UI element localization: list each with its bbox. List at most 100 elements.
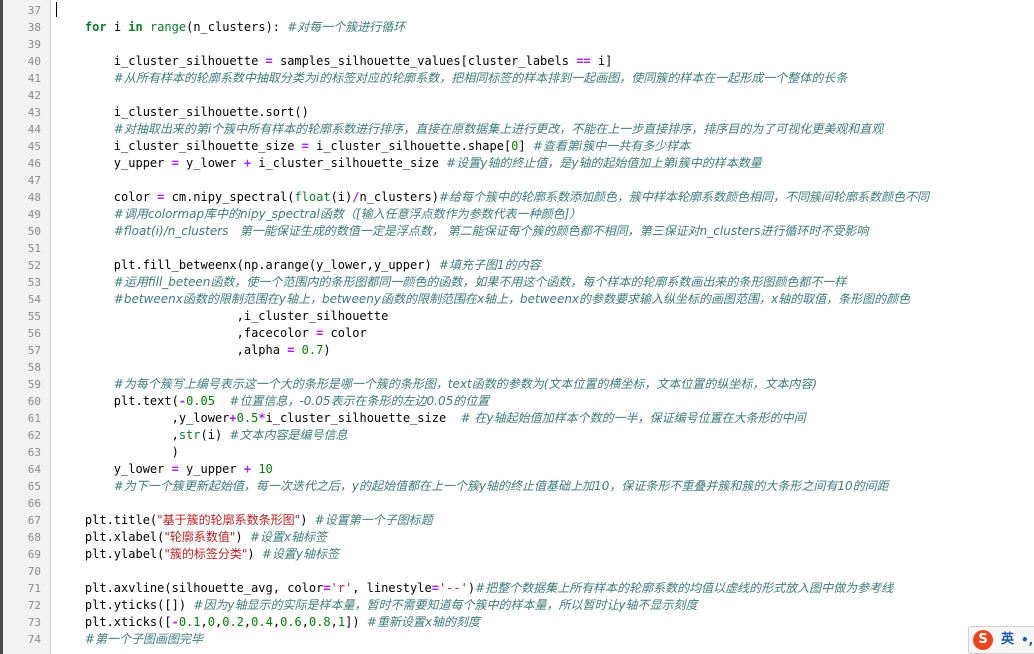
line-number: 64 bbox=[27, 463, 41, 476]
code-line[interactable]: 71 plt.axvline(silhouette_avg, color='r'… bbox=[0, 580, 1034, 597]
code-comment: #把整个数据集上所有样本的轮廓系数的均值以虚线的形式放入图中做为参考线 bbox=[475, 581, 894, 595]
code-string: "轮廓系数值" bbox=[164, 530, 236, 544]
code-comment: #位置信息，-0.05表示在条形的左边0.05的位置 bbox=[229, 394, 490, 408]
code-line[interactable]: 52 plt.fill_betweenx(np.arange(y_lower,y… bbox=[0, 257, 1034, 274]
code-keyword: in bbox=[128, 20, 143, 34]
code-line[interactable]: 37 bbox=[0, 2, 1034, 19]
code-comment: #betweenx函数的限制范围在y轴上，betweeny函数的限制范围在x轴上… bbox=[113, 292, 911, 306]
code-line[interactable]: 58 bbox=[0, 359, 1034, 376]
code-token: n_clusters) bbox=[359, 190, 439, 204]
line-text: plt.yticks([]) #因为y轴显示的实际是样本量，暂时不需要知道每个簇… bbox=[56, 597, 698, 614]
line-number: 46 bbox=[27, 157, 41, 170]
code-token: ) bbox=[247, 547, 262, 561]
code-line[interactable]: 51 bbox=[0, 240, 1034, 257]
code-comment: #调用colormap库中的nipy_spectral函数（[输入任意浮点数作为… bbox=[113, 207, 582, 221]
code-token: ,alpha bbox=[56, 343, 288, 357]
code-comment: #对每一个簇进行循环 bbox=[287, 20, 406, 34]
code-token: (i) bbox=[330, 190, 353, 204]
code-line[interactable]: 44 #对抽取出来的第i个簇中所有样本的轮廓系数进行排序，直接在原数据集上进行更… bbox=[0, 121, 1034, 138]
ime-punctuation-toggle[interactable]: •, bbox=[1021, 630, 1033, 650]
code-builtin: str bbox=[178, 428, 201, 442]
line-number: 52 bbox=[27, 259, 41, 272]
code-token: y_lower bbox=[178, 156, 244, 170]
line-number: 72 bbox=[27, 599, 41, 612]
line-text: plt.fill_betweenx(np.arange(y_lower,y_up… bbox=[56, 257, 541, 274]
line-number: 38 bbox=[27, 21, 41, 34]
line-number: 39 bbox=[27, 38, 41, 51]
line-number: 41 bbox=[27, 72, 41, 85]
code-line[interactable]: 40 i_cluster_silhouette = samples_silhou… bbox=[0, 53, 1034, 70]
code-line[interactable]: 46 y_upper = y_lower + i_cluster_silhoue… bbox=[0, 155, 1034, 172]
code-token: ]) bbox=[345, 615, 367, 629]
code-line[interactable]: 43 i_cluster_silhouette.sort() bbox=[0, 104, 1034, 121]
code-line[interactable]: 39 bbox=[0, 36, 1034, 53]
code-line[interactable]: 54 #betweenx函数的限制范围在y轴上，betweeny函数的限制范围在… bbox=[0, 291, 1034, 308]
sogou-ime-icon[interactable]: S bbox=[973, 630, 993, 650]
line-text: for i in range(n_clusters): #对每一个簇进行循环 bbox=[56, 19, 405, 36]
code-line[interactable]: 49 #调用colormap库中的nipy_spectral函数（[输入任意浮点… bbox=[0, 206, 1034, 223]
code-token: i] bbox=[590, 54, 613, 68]
code-token: plt.ylabel( bbox=[56, 547, 165, 561]
code-comment: #查看第i簇中一共有多少样本 bbox=[532, 139, 691, 153]
code-line[interactable]: 67 plt.title("基于簇的轮廓系数条形图") #设置第一个子图标题 bbox=[0, 512, 1034, 529]
line-number: 47 bbox=[27, 174, 41, 187]
code-operator: - bbox=[171, 615, 179, 629]
code-comment: #设置x轴标签 bbox=[249, 530, 328, 544]
code-token: ) bbox=[323, 343, 331, 357]
code-line[interactable]: 61 ,y_lower+0.5*i_cluster_silhouette_siz… bbox=[0, 410, 1034, 427]
line-number: 58 bbox=[27, 361, 41, 374]
code-token: y_upper bbox=[178, 462, 244, 476]
code-line[interactable]: 66 bbox=[0, 495, 1034, 512]
code-line[interactable]: 41 #从所有样本的轮廓系数中抽取分类为i的标签对应的轮廓系数，把相同标签的样本… bbox=[0, 70, 1034, 87]
code-token: i_cluster_silhouette_size bbox=[265, 411, 461, 425]
code-line[interactable]: 45 i_cluster_silhouette_size = i_cluster… bbox=[0, 138, 1034, 155]
line-text: ,i_cluster_silhouette bbox=[56, 308, 389, 325]
line-text: i_cluster_silhouette_size = i_cluster_si… bbox=[56, 138, 690, 155]
line-number: 56 bbox=[27, 327, 41, 340]
code-line[interactable]: 56 ,facecolor = color bbox=[0, 325, 1034, 342]
code-editor[interactable]: 37 38 for i in range(n_clusters): #对每一个簇进… bbox=[0, 0, 1034, 654]
code-line[interactable]: 50 #float(i)/n_clusters 第一能保证生成的数值一定是浮点数… bbox=[0, 223, 1034, 240]
code-operator: = bbox=[171, 156, 179, 170]
code-line[interactable]: 57 ,alpha = 0.7) bbox=[0, 342, 1034, 359]
code-line[interactable]: 64 y_lower = y_upper + 10 bbox=[0, 461, 1034, 478]
line-number: 71 bbox=[27, 582, 41, 595]
code-comment: #对抽取出来的第i个簇中所有样本的轮廓系数进行排序，直接在原数据集上进行更改，不… bbox=[113, 122, 884, 136]
code-line[interactable]: 62 ,str(i) #文本内容是编号信息 bbox=[0, 427, 1034, 444]
code-line[interactable]: 53 #运用fill_beteen函数，使一个范围内的条形图都同一颜色的函数，如… bbox=[0, 274, 1034, 291]
code-line[interactable]: 63 ) bbox=[0, 444, 1034, 461]
code-line[interactable]: 68 plt.xlabel("轮廓系数值") #设置x轴标签 bbox=[0, 529, 1034, 546]
code-line[interactable]: 42 bbox=[0, 87, 1034, 104]
line-number: 73 bbox=[27, 616, 41, 629]
code-line[interactable]: 47 bbox=[0, 172, 1034, 189]
line-text: plt.xticks([-0.1,0,0.2,0.4,0.6,0.8,1]) #… bbox=[56, 614, 480, 631]
line-number: 55 bbox=[27, 310, 41, 323]
code-number: 0.2 bbox=[222, 615, 244, 629]
code-comment: #为下一个簇更新起始值，每一次迭代之后，y的起始值都在上一个簇y轴的终止值基础上… bbox=[113, 479, 889, 493]
code-line[interactable]: 55 ,i_cluster_silhouette bbox=[0, 308, 1034, 325]
code-line[interactable]: 73 plt.xticks([-0.1,0,0.2,0.4,0.6,0.8,1]… bbox=[0, 614, 1034, 631]
code-token: plt.axvline(silhouette_avg, color bbox=[56, 581, 324, 595]
ime-language-toggle[interactable]: 英 bbox=[1001, 630, 1014, 650]
line-number: 63 bbox=[27, 446, 41, 459]
code-comment: #设置第一个子图标题 bbox=[314, 513, 433, 527]
code-line[interactable]: 69 plt.ylabel("簇的标签分类") #设置y轴标签 bbox=[0, 546, 1034, 563]
code-line[interactable]: 65 #为下一个簇更新起始值，每一次迭代之后，y的起始值都在上一个簇y轴的终止值… bbox=[0, 478, 1034, 495]
ime-toolbar[interactable]: S 英 •, bbox=[968, 626, 1034, 654]
code-number: 0.05 bbox=[186, 394, 215, 408]
code-string: 'r' bbox=[330, 581, 353, 595]
code-operator: + bbox=[229, 411, 237, 425]
code-line[interactable]: 60 plt.text(-0.05 #位置信息，-0.05表示在条形的左边0.0… bbox=[0, 393, 1034, 410]
line-text: ,y_lower+0.5*i_cluster_silhouette_size #… bbox=[56, 410, 806, 427]
code-token: color bbox=[323, 326, 367, 340]
code-token: y_upper bbox=[56, 156, 172, 170]
code-line[interactable]: 72 plt.yticks([]) #因为y轴显示的实际是样本量，暂时不需要知道… bbox=[0, 597, 1034, 614]
code-line[interactable]: 38 for i in range(n_clusters): #对每一个簇进行循… bbox=[0, 19, 1034, 36]
code-string: "簇的标签分类" bbox=[164, 547, 248, 561]
code-line[interactable]: 74 #第一个子图画图完毕 bbox=[0, 631, 1034, 648]
line-number: 49 bbox=[27, 208, 41, 221]
code-line[interactable]: 48 color = cm.nipy_spectral(float(i)/n_c… bbox=[0, 189, 1034, 206]
code-line[interactable]: 70 bbox=[0, 563, 1034, 580]
code-line[interactable]: 59 #为每个簇写上编号表示这一个大的条形是哪一个簇的条形图，text函数的参数… bbox=[0, 376, 1034, 393]
